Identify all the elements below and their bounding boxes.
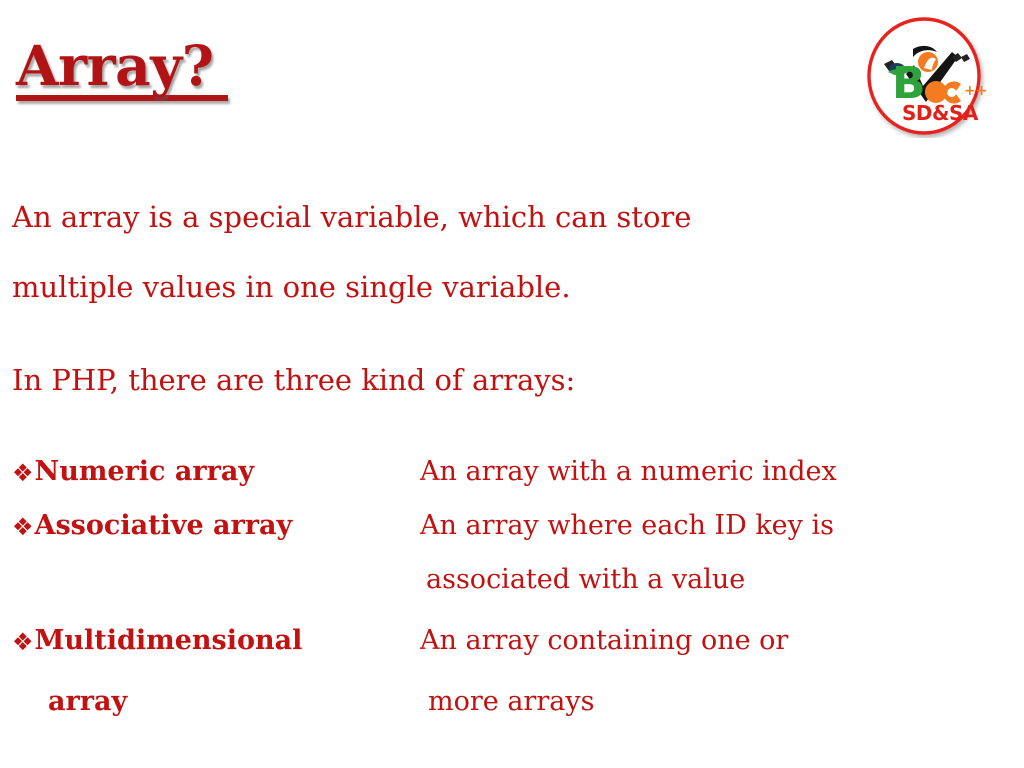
svg-text:++: ++	[964, 83, 986, 99]
list-item-continuation: associated with a value	[0, 560, 1024, 621]
diamond-bullet-icon: ❖	[12, 628, 34, 656]
array-type-term-label: Numeric array	[34, 456, 255, 487]
list-item-continuation: array more arrays	[0, 682, 1024, 736]
array-type-description: An array containing one or	[420, 625, 789, 656]
array-type-term-continued: array	[48, 686, 128, 717]
intro-line-2: multiple values in one single variable.	[12, 270, 571, 304]
array-type-term: ❖Numeric array	[12, 452, 254, 493]
logo-icon: B ++ SD&SA	[867, 17, 986, 135]
list-item: ❖Associative array An array where each I…	[0, 506, 1024, 560]
array-type-description: An array with a numeric index	[420, 456, 837, 487]
bvoc-sdsa-logo: B ++ SD&SA	[866, 16, 986, 138]
svg-text:SD&SA: SD&SA	[902, 101, 979, 125]
array-type-description-continued: more arrays	[428, 686, 595, 717]
array-type-term: ❖Associative array	[12, 506, 292, 547]
array-type-term-label: Associative array	[34, 510, 293, 541]
array-types-list: ❖Numeric array An array with a numeric i…	[0, 452, 1024, 736]
array-type-term: ❖Multidimensional	[12, 621, 302, 662]
diamond-bullet-icon: ❖	[12, 513, 34, 541]
array-type-term-label: Multidimensional	[34, 625, 303, 656]
page-title-text: Array?	[16, 33, 214, 98]
page-title: Array?	[16, 38, 356, 101]
intro-line-1: An array is a special variable, which ca…	[12, 200, 692, 234]
list-item: ❖Multidimensional An array containing on…	[0, 621, 1024, 682]
diamond-bullet-icon: ❖	[12, 459, 34, 487]
array-type-description-continued: associated with a value	[426, 564, 746, 595]
list-item: ❖Numeric array An array with a numeric i…	[0, 452, 1024, 506]
array-type-description: An array where each ID key is	[420, 510, 834, 541]
slide-canvas: Array? B ++ SD&SA An array is a special …	[0, 0, 1024, 768]
intro-paragraph: An array is a special variable, which ca…	[12, 182, 974, 322]
array-kinds-lead-in: In PHP, there are three kind of arrays:	[12, 363, 576, 397]
